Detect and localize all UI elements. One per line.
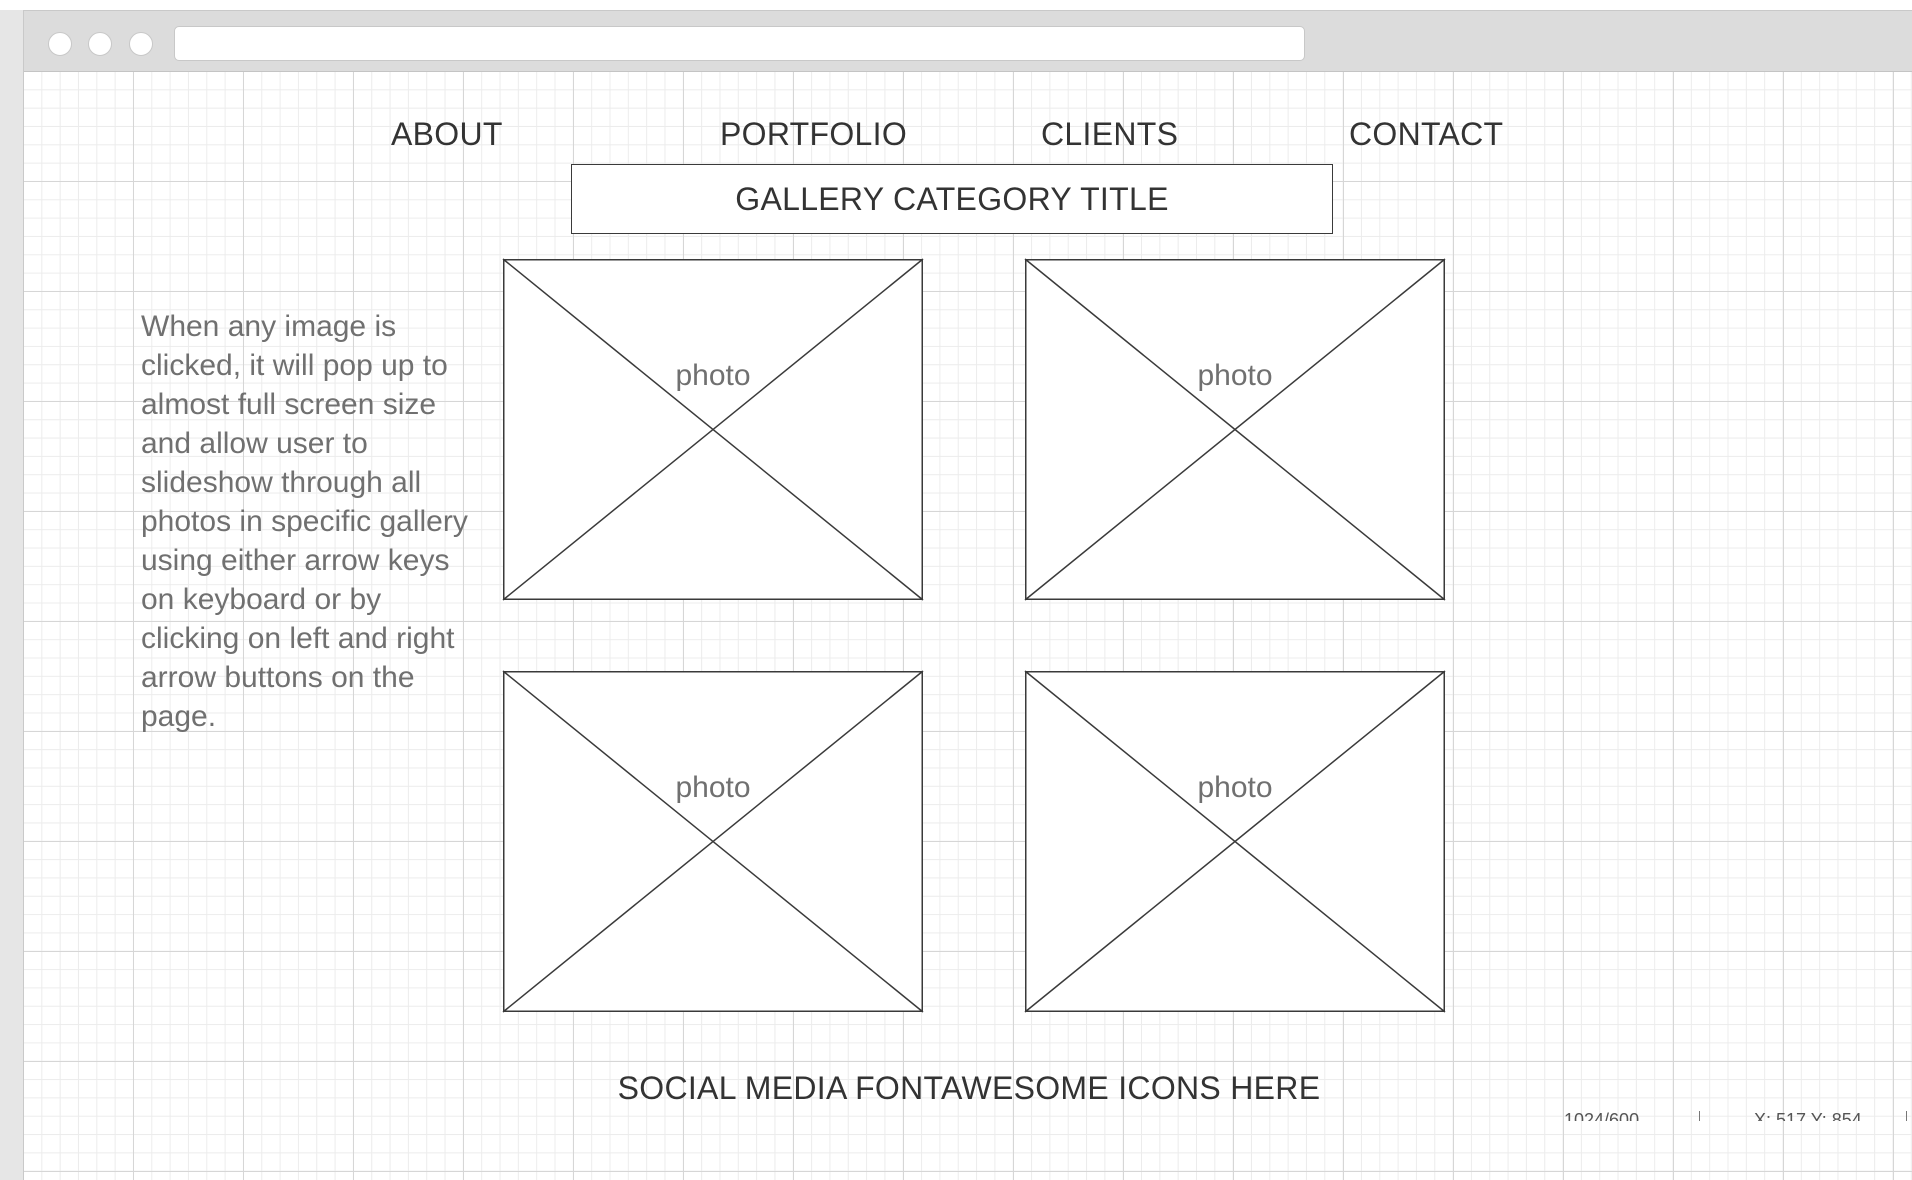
- gallery-category-title-text: GALLERY CATEGORY TITLE: [735, 180, 1169, 217]
- status-divider: [1906, 1111, 1907, 1121]
- photo-placeholder-3[interactable]: photo: [502, 670, 924, 1013]
- photo-placeholder-2[interactable]: photo: [1024, 258, 1446, 601]
- image-placeholder-icon: [502, 258, 924, 601]
- title-bar: [24, 11, 1912, 72]
- gallery-category-title: GALLERY CATEGORY TITLE: [571, 164, 1333, 234]
- image-placeholder-icon: [1024, 258, 1446, 601]
- address-bar[interactable]: [174, 26, 1305, 61]
- nav-item-clients[interactable]: CLIENTS: [1041, 116, 1178, 153]
- image-placeholder-icon: [502, 670, 924, 1013]
- status-bar: 1024/600 X: 517 Y: 854: [1544, 1111, 1912, 1121]
- canvas-size-readout: 1024/600: [1564, 1111, 1640, 1121]
- minimize-window-button[interactable]: [88, 32, 112, 56]
- zoom-window-button[interactable]: [129, 32, 153, 56]
- photo-placeholder-1[interactable]: photo: [502, 258, 924, 601]
- nav-item-portfolio[interactable]: PORTFOLIO: [720, 116, 907, 153]
- left-gutter: [0, 0, 23, 1180]
- top-gutter: [0, 0, 1912, 10]
- gallery-behavior-note: When any image is clicked, it will pop u…: [141, 310, 468, 733]
- wireframe-canvas: ABOUT PORTFOLIO CLIENTS CONTACT GALLERY …: [24, 72, 1912, 1180]
- nav-item-contact[interactable]: CONTACT: [1349, 116, 1503, 153]
- status-divider: [1699, 1111, 1700, 1121]
- cursor-coordinates-readout: X: 517 Y: 854: [1754, 1111, 1862, 1121]
- image-placeholder-icon: [1024, 670, 1446, 1013]
- close-window-button[interactable]: [48, 32, 72, 56]
- social-media-placeholder: SOCIAL MEDIA FONTAWESOME ICONS HERE: [617, 1070, 1321, 1106]
- browser-window: ABOUT PORTFOLIO CLIENTS CONTACT GALLERY …: [23, 10, 1912, 1180]
- nav-item-about[interactable]: ABOUT: [391, 116, 503, 153]
- photo-placeholder-4[interactable]: photo: [1024, 670, 1446, 1013]
